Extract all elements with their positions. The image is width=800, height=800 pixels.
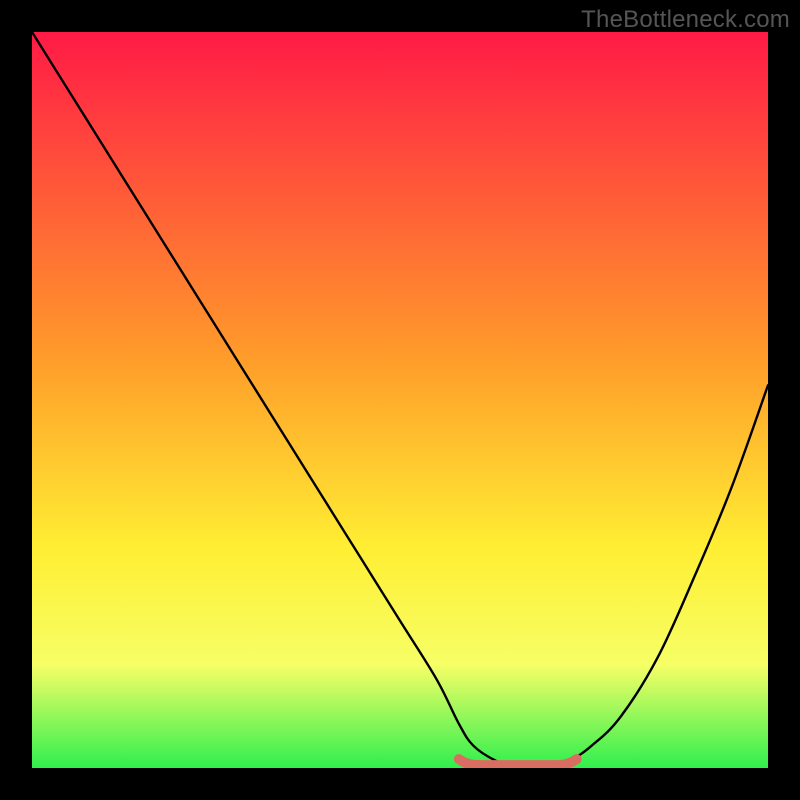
plot-area [32, 32, 768, 768]
chart-frame: TheBottleneck.com [0, 0, 800, 800]
watermark-text: TheBottleneck.com [581, 6, 790, 34]
bottleneck-chart [32, 32, 768, 768]
